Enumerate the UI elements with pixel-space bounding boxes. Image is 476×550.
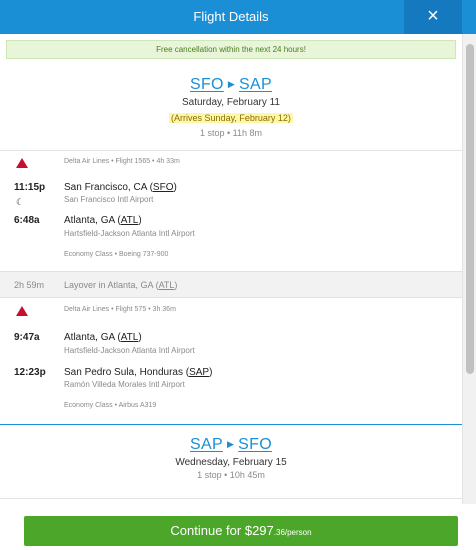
leg-1-arrive-time: 6:48a — [14, 215, 40, 226]
page-title: Flight Details — [193, 9, 269, 24]
continue-button[interactable]: Continue for $297.36/person — [24, 516, 458, 546]
outbound-summary: SFO ▶ SAP Saturday, February 11 (Arrives S… — [0, 76, 462, 138]
delta-logo-icon — [16, 158, 28, 168]
leg-2-depart-code[interactable]: ATL — [121, 332, 139, 343]
layover-row: 2h 59m Layover in Atlanta, GA (ATL) — [0, 271, 462, 298]
outbound-stops-duration: 1 stop • 11h 8m — [199, 128, 263, 138]
route-arrow-icon: ▶ — [226, 439, 235, 449]
delta-logo-icon — [16, 306, 28, 316]
scrollbar-thumb[interactable] — [466, 44, 474, 374]
header-bar: Flight Details × — [0, 0, 476, 34]
leg-1-depart-code[interactable]: SFO — [153, 182, 174, 193]
return-stops-duration: 1 stop • 10h 45m — [197, 470, 265, 480]
leg-2-airline-row: Delta Air Lines • Flight 575 • 3h 36m — [0, 302, 462, 322]
outbound-date: Saturday, February 11 — [181, 97, 280, 108]
outbound-origin-code[interactable]: SFO — [190, 76, 224, 93]
leg-1-airline-row: Delta Air Lines • Flight 1565 • 4h 33m — [0, 154, 462, 174]
leg-2-depart-airport: Hartsfield-Jackson Atlanta Intl Airport — [64, 346, 195, 355]
return-date: Wednesday, February 15 — [175, 457, 287, 468]
continue-price: Continue for $297 — [170, 523, 274, 538]
return-origin-code[interactable]: SAP — [190, 436, 223, 453]
route-arrow-icon: ▶ — [227, 79, 236, 89]
layover-description: Layover in Atlanta, GA (ATL) — [64, 280, 178, 290]
leg-2-cabin-aircraft: Economy Class • Airbus A319 — [64, 402, 157, 409]
leg-1-depart-city: San Francisco, CA (SFO) — [64, 182, 177, 193]
leg-1-airline-info: Delta Air Lines • Flight 1565 • 4h 33m — [64, 158, 180, 165]
arrives-next-day-note: (Arrives Sunday, February 12) — [169, 113, 293, 123]
leg-1-depart-airport: San Francisco Intl Airport — [64, 195, 154, 204]
leg-1-arrive-airport: Hartsfield-Jackson Atlanta Intl Airport — [64, 229, 195, 238]
leg-2-arrive-time: 12:23p — [14, 367, 46, 378]
continue-price-cents: .36/person — [273, 528, 312, 537]
outbound-route: SFO ▶ SAP — [0, 76, 462, 94]
leg-1-depart-time: 11:15p — [14, 182, 46, 193]
return-route: SAP ▶ SFO — [0, 436, 462, 454]
close-button[interactable]: × — [404, 0, 462, 34]
leg-2-arrive-airport: Ramón Villeda Morales Intl Airport — [64, 380, 185, 389]
leg-1-cabin-aircraft: Economy Class • Boeing 737-900 — [64, 251, 169, 258]
cancellation-notice: Free cancellation within the next 24 hou… — [6, 40, 456, 59]
leg-2-arrive-city: San Pedro Sula, Honduras (SAP) — [64, 367, 213, 378]
divider — [0, 498, 462, 499]
section-divider — [0, 424, 462, 425]
return-summary: SAP ▶ SFO Wednesday, February 15 1 stop • … — [0, 436, 462, 480]
layover-duration: 2h 59m — [14, 280, 45, 290]
layover-airport-code[interactable]: ATL — [159, 280, 175, 290]
leg-1-arrive-city: Atlanta, GA (ATL) — [64, 215, 142, 226]
scrollbar[interactable] — [462, 34, 476, 550]
details-scroll-area: Free cancellation within the next 24 hou… — [0, 34, 462, 550]
leg-2-depart-time: 9:47a — [14, 332, 40, 343]
outbound-destination-code[interactable]: SAP — [239, 76, 272, 93]
leg-2-depart-city: Atlanta, GA (ATL) — [64, 332, 142, 343]
leg-2-arrive-code[interactable]: SAP — [189, 367, 209, 378]
footer-bar: Continue for $297.36/person — [0, 504, 476, 550]
close-icon: × — [427, 5, 439, 27]
leg-1-arrive-code[interactable]: ATL — [121, 215, 139, 226]
divider — [0, 150, 462, 151]
return-destination-code[interactable]: SFO — [238, 436, 272, 453]
leg-2-airline-info: Delta Air Lines • Flight 575 • 3h 36m — [64, 306, 176, 313]
overnight-moon-icon: ☾ — [16, 197, 25, 207]
